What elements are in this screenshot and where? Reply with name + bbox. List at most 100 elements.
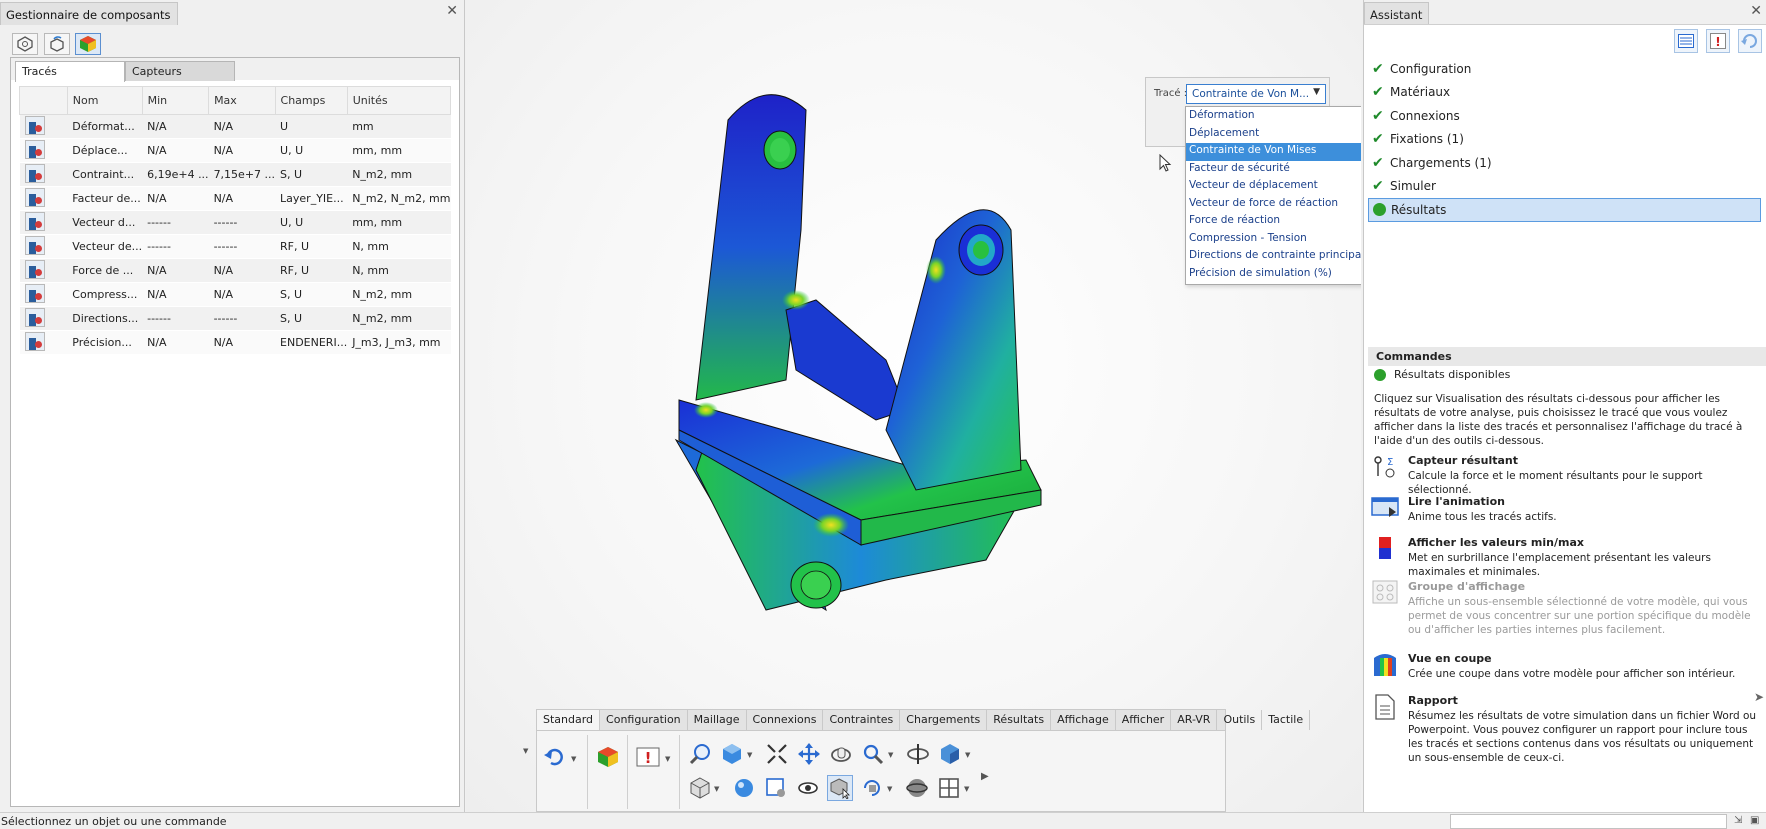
view-cube-button[interactable] [719, 741, 745, 767]
tab-traces[interactable]: Tracés [15, 61, 125, 82]
undo-button[interactable] [541, 744, 567, 770]
command-section-view[interactable]: Vue en coupe Crée une coupe dans votre mo… [1370, 652, 1765, 681]
3d-viewport[interactable]: Tracé : Contrainte de Von M... ▼ Déforma… [466, 0, 1361, 812]
column-header-units[interactable]: Unités [346, 86, 452, 115]
material-button[interactable] [731, 775, 757, 801]
command-animation[interactable]: Lire l'animation Anime tous les tracés ac… [1370, 495, 1765, 524]
fit-all-button[interactable] [764, 741, 790, 767]
ribbon-tab-ar-vr[interactable]: AR-VR [1171, 710, 1218, 730]
ribbon-tab-r-sultats[interactable]: Résultats [987, 710, 1052, 730]
rotate-button[interactable] [828, 741, 854, 767]
column-header-min[interactable]: Min [141, 86, 210, 115]
trace-von-mises-icon[interactable] [24, 164, 45, 183]
part-view-button[interactable] [12, 33, 38, 55]
dropdown-option[interactable]: Précision de simulation (%) [1186, 266, 1361, 284]
dropdown-option[interactable]: Vecteur de force de réaction [1186, 196, 1361, 214]
warnings-button[interactable]: ! [1706, 29, 1730, 53]
step-item[interactable]: Résultats [1368, 198, 1761, 222]
trace-deformation-icon[interactable] [24, 116, 45, 135]
list-view-button[interactable] [1674, 29, 1698, 53]
close-icon[interactable]: ✕ [1750, 3, 1762, 19]
ribbon-tab-chargements[interactable]: Chargements [900, 710, 988, 730]
trace-reaction-force-icon[interactable] [24, 260, 45, 279]
view-dropdown-icon[interactable]: ▼ [747, 751, 752, 759]
column-header-name[interactable]: Nom [66, 86, 143, 115]
viewport-layout-button[interactable] [936, 775, 962, 801]
command-title[interactable]: Vue en coupe [1408, 652, 1765, 665]
ribbon-tab-affichage[interactable]: Affichage [1051, 710, 1116, 730]
table-row[interactable]: Vecteur d... ------ ------ U, Umm, mm [19, 210, 451, 235]
dropdown-option[interactable]: Facteur de sécurité [1186, 161, 1361, 179]
trace-compression-tension-icon[interactable] [24, 284, 45, 303]
resize-icon[interactable]: ⇲ [1734, 815, 1742, 826]
table-row[interactable]: Facteur de... N/A N/A Layer_YIE... N_m2, N_m… [19, 186, 451, 211]
column-header-fields[interactable]: Champs [274, 86, 348, 115]
status-settings-icon[interactable]: ▣ [1750, 815, 1759, 826]
orbit-dropdown-icon[interactable]: ▼ [887, 785, 892, 793]
table-row[interactable]: Vecteur de... ------ ------ RF, U N, mm [19, 234, 451, 259]
dropdown-option[interactable]: Contrainte de Von Mises [1186, 143, 1361, 161]
ribbon-tab-afficher[interactable]: Afficher [1116, 710, 1172, 730]
table-row[interactable]: Déformat... N/A N/A Umm [19, 114, 451, 139]
command-report[interactable]: Rapport Résumez les résultats de votre si… [1370, 694, 1765, 765]
check-button[interactable]: ! [635, 744, 661, 770]
orbit-button[interactable] [859, 775, 885, 801]
column-header-max[interactable]: Max [208, 86, 276, 115]
trace-reaction-force-vector-icon[interactable] [24, 236, 45, 255]
command-title[interactable]: Groupe d'affichage [1408, 580, 1765, 593]
table-row[interactable]: Compress... N/A N/A S, U N_m2, mm [19, 282, 451, 307]
model-views-dropdown-icon[interactable]: ▼ [714, 785, 719, 793]
command-title[interactable]: Rapport [1408, 694, 1765, 707]
zoom-fit-button[interactable] [687, 741, 713, 767]
command-title[interactable]: Afficher les valeurs min/max [1408, 536, 1765, 549]
lighting-button[interactable] [904, 775, 930, 801]
tab-sensors[interactable]: Capteurs [125, 61, 235, 81]
ribbon-tab-tactile[interactable]: Tactile [1262, 710, 1311, 730]
trace-displacement-icon[interactable] [24, 140, 45, 159]
ribbon-tab-outils[interactable]: Outils [1217, 710, 1263, 730]
model-views-button[interactable] [687, 775, 713, 801]
ribbon-tab-configuration[interactable]: Configuration [600, 710, 688, 730]
step-item[interactable]: ✔ Matériaux [1368, 81, 1761, 105]
zoom-dropdown-icon[interactable]: ▼ [888, 751, 893, 759]
results-button[interactable] [595, 744, 621, 770]
table-row[interactable]: Directions... ------ ------ S, U N_m2, mm [19, 306, 451, 331]
select-body-button[interactable] [827, 775, 853, 801]
ribbon-more-icon[interactable]: ▶ [981, 771, 989, 782]
ribbon-tab-standard[interactable]: Standard [537, 710, 601, 730]
step-item[interactable]: ✔ Configuration [1368, 57, 1761, 81]
table-row[interactable]: Contraint... 6,19e+4 ... 7,15e+7 ... S, U N_… [19, 162, 451, 187]
dropdown-option[interactable]: Déplacement [1186, 126, 1361, 144]
environment-button[interactable] [763, 775, 789, 801]
display-style-button[interactable] [937, 741, 963, 767]
dropdown-option[interactable]: Directions de contrainte principales [1186, 248, 1361, 266]
command-min-max[interactable]: Afficher les valeurs min/max Met en surbr… [1370, 536, 1765, 579]
command-resultant-sensor[interactable]: Σ Capteur résultant Calcule la force et le… [1370, 454, 1765, 497]
look-at-button[interactable] [905, 741, 931, 767]
dropdown-option[interactable]: Vecteur de déplacement [1186, 178, 1361, 196]
close-icon[interactable]: ✕ [446, 3, 458, 19]
display-dropdown-icon[interactable]: ▼ [965, 751, 970, 759]
trace-simulation-accuracy-icon[interactable] [24, 332, 45, 351]
trace-safety-factor-icon[interactable] [24, 188, 45, 207]
command-display-group[interactable]: Groupe d'affichage Affiche un sous-ensemb… [1370, 580, 1765, 637]
ribbon-tab-contraintes[interactable]: Contraintes [823, 710, 901, 730]
dropdown-option[interactable]: Déformation [1186, 108, 1361, 126]
results-view-button[interactable] [75, 33, 101, 55]
table-row[interactable]: Déplace... N/A N/A U, Umm, mm [19, 138, 451, 163]
step-item[interactable]: ✔ Chargements (1) [1368, 151, 1761, 175]
pin-icon[interactable]: ➤ [1754, 690, 1764, 704]
status-input-field[interactable] [1450, 814, 1727, 829]
step-item[interactable]: ✔ Connexions [1368, 104, 1761, 128]
ribbon-tab-maillage[interactable]: Maillage [688, 710, 747, 730]
assistant-title[interactable]: Assistant [1364, 2, 1430, 24]
command-title[interactable]: Capteur résultant [1408, 454, 1765, 467]
layout-dropdown-icon[interactable]: ▼ [964, 785, 969, 793]
dropdown-option[interactable]: Compression - Tension [1186, 231, 1361, 249]
table-row[interactable]: Précision... N/A N/A ENDENERI... J_m3, J_m3,… [19, 330, 451, 355]
panel-title[interactable]: Gestionnaire de composants [0, 2, 178, 25]
chevron-down-icon[interactable]: ▼ [1313, 87, 1320, 97]
check-dropdown-icon[interactable]: ▼ [665, 755, 670, 763]
trace-dropdown[interactable]: Contrainte de Von M... ▼ [1186, 84, 1326, 104]
step-item[interactable]: ✔ Fixations (1) [1368, 128, 1761, 152]
